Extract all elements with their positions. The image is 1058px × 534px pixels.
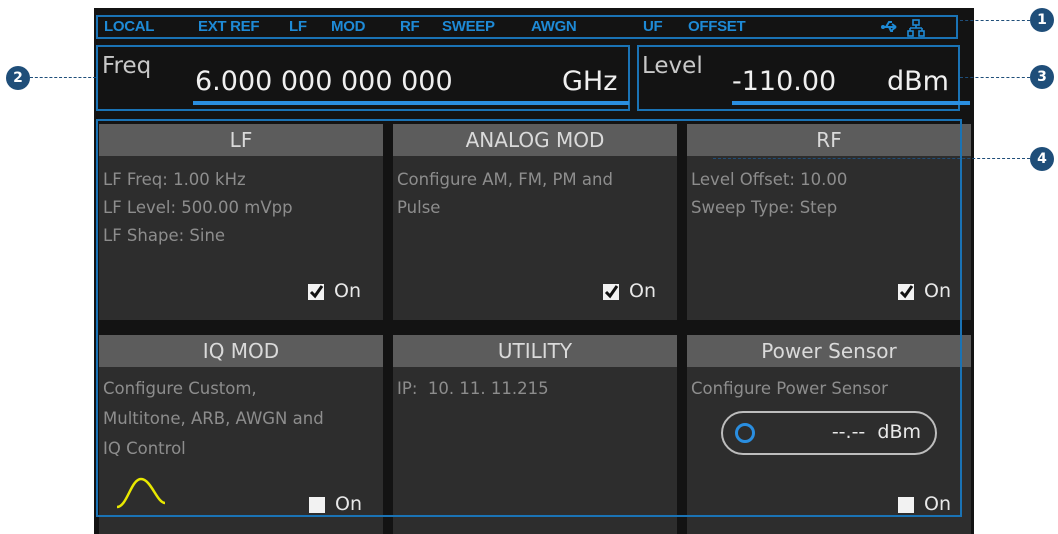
- panel-power-sensor-line: Configure Power Sensor: [691, 379, 888, 398]
- status-bar: LOCAL EXT REF LF MOD RF SWEEP AWGN UF OF…: [96, 15, 958, 39]
- power-sensor-on-label: On: [924, 493, 951, 515]
- network-icon: [907, 19, 925, 37]
- panel-lf[interactable]: LF LF Freq: 1.00 kHz LF Level: 500.00 mV…: [99, 124, 383, 320]
- panel-iq-mod-line: IQ Control: [103, 439, 186, 458]
- level-underline: [732, 101, 970, 105]
- rf-on-label: On: [924, 280, 951, 302]
- panel-utility-ip: IP: 10. 11. 11.215: [397, 379, 549, 398]
- panel-lf-line: LF Freq: 1.00 kHz: [103, 170, 246, 189]
- callout-4-leader: [713, 158, 1030, 159]
- panel-utility-title[interactable]: UTILITY: [393, 335, 677, 367]
- panel-rf[interactable]: RF Level Offset: 10.00 Sweep Type: Step …: [687, 124, 971, 320]
- frequency-field[interactable]: Freq 6.000 000 000 000 GHz: [96, 45, 630, 111]
- status-ext-ref[interactable]: EXT REF: [198, 18, 260, 35]
- level-value[interactable]: -110.00: [732, 66, 836, 97]
- analog-mod-on-label: On: [629, 280, 656, 302]
- panel-iq-mod-line: Configure Custom,: [103, 379, 257, 398]
- panel-lf-line: LF Level: 500.00 mVpp: [103, 198, 293, 217]
- panel-rf-line: Sweep Type: Step: [691, 198, 838, 217]
- callout-2: 2: [6, 66, 30, 90]
- panel-lf-line: LF Shape: Sine: [103, 226, 226, 245]
- status-awgn[interactable]: AWGN: [531, 18, 577, 35]
- power-sensor-on-checkbox[interactable]: [898, 497, 914, 513]
- status-rf[interactable]: RF: [400, 18, 420, 35]
- callout-4: 4: [1030, 147, 1054, 171]
- power-sensor-reading: --.--: [831, 421, 866, 443]
- lf-on-label: On: [334, 280, 361, 302]
- power-sensor-readout[interactable]: --.-- dBm: [721, 411, 937, 455]
- callout-2-leader: [30, 77, 96, 78]
- panel-power-sensor-title[interactable]: Power Sensor: [687, 335, 971, 367]
- frequency-label: Freq: [102, 53, 152, 79]
- sensor-ring-icon: [735, 423, 755, 443]
- callout-3: 3: [1030, 65, 1054, 89]
- frequency-value[interactable]: 6.000 000 000 000: [195, 66, 453, 97]
- status-uf[interactable]: UF: [643, 18, 663, 35]
- iq-mod-on-checkbox[interactable]: [309, 497, 325, 513]
- sine-wave-icon: [116, 477, 166, 509]
- power-sensor-value: --.-- dBm: [832, 421, 921, 443]
- callout-1: 1: [1030, 8, 1054, 32]
- usb-icon: [881, 21, 897, 32]
- lf-on-checkbox[interactable]: [308, 284, 324, 300]
- panel-iq-mod-title[interactable]: IQ MOD: [99, 335, 383, 367]
- rf-on-checkbox[interactable]: [898, 284, 914, 300]
- panel-iq-mod-line: Multitone, ARB, AWGN and: [103, 409, 324, 428]
- status-lf[interactable]: LF: [289, 18, 307, 35]
- panel-power-sensor[interactable]: Power Sensor Configure Power Sensor --.-…: [687, 335, 971, 534]
- panel-analog-mod-line: Configure AM, FM, PM and: [397, 170, 613, 189]
- checkmark-icon: [899, 285, 914, 299]
- status-sweep[interactable]: SWEEP: [442, 18, 495, 35]
- callout-3-leader: [960, 77, 1030, 78]
- panel-utility[interactable]: UTILITY IP: 10. 11. 11.215: [393, 335, 677, 534]
- panel-analog-mod-title[interactable]: ANALOG MOD: [393, 124, 677, 156]
- level-field[interactable]: Level -110.00 dBm: [637, 45, 970, 111]
- level-label: Level: [642, 53, 703, 79]
- panel-rf-line: Level Offset: 10.00: [691, 170, 848, 189]
- analog-mod-on-checkbox[interactable]: [603, 284, 619, 300]
- callout-1-leader: [960, 20, 1030, 21]
- panel-analog-mod[interactable]: ANALOG MOD Configure AM, FM, PM and Puls…: [393, 124, 677, 320]
- checkmark-icon: [309, 285, 324, 299]
- panel-rf-title[interactable]: RF: [687, 124, 971, 156]
- checkmark-icon: [604, 285, 619, 299]
- status-offset[interactable]: OFFSET: [688, 18, 746, 35]
- iq-mod-on-label: On: [335, 493, 362, 515]
- frequency-underline: [193, 101, 629, 105]
- frequency-unit[interactable]: GHz: [562, 66, 617, 97]
- power-sensor-unit: dBm: [877, 421, 921, 443]
- panel-analog-mod-line: Pulse: [397, 198, 441, 217]
- panel-iq-mod[interactable]: IQ MOD Configure Custom, Multitone, ARB,…: [99, 335, 383, 534]
- status-local[interactable]: LOCAL: [104, 18, 154, 35]
- panel-lf-title[interactable]: LF: [99, 124, 383, 156]
- level-unit[interactable]: dBm: [887, 66, 949, 97]
- status-mod[interactable]: MOD: [331, 18, 365, 35]
